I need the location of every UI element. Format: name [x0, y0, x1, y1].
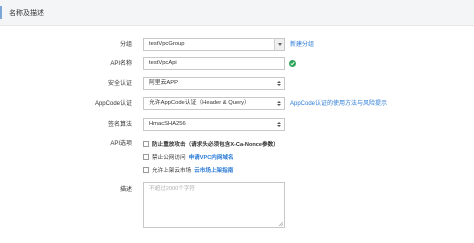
option-allow-marketplace[interactable]: 允许上架云市场 云市场上架指南 — [143, 166, 233, 174]
allow-marketplace-checkbox[interactable] — [143, 167, 149, 173]
disable-internet-text: 禁止公网访问 — [152, 155, 186, 161]
description-placeholder: 不超过2000个字符 — [149, 186, 196, 192]
disable-internet-checkbox[interactable] — [143, 154, 149, 160]
apply-vpc-domain-link[interactable]: 申请VPC内网域名 — [189, 153, 234, 161]
chevron-down-icon — [274, 39, 284, 50]
api-name-input[interactable]: testVpcApi — [143, 57, 285, 70]
section-header: 名称及描述 — [0, 0, 474, 26]
appcode-select[interactable]: 允许AppCode认证（Header & Query） — [143, 97, 285, 110]
up-down-arrows-icon — [274, 119, 284, 130]
description-textarea[interactable]: 不超过2000个字符 — [143, 182, 285, 228]
section-title: 名称及描述 — [9, 10, 44, 17]
check-circle-icon — [289, 60, 296, 67]
group-label: 分组 — [119, 42, 132, 48]
api-name-value: testVpcApi — [149, 60, 177, 66]
option-disable-internet[interactable]: 禁止公网访问 申请VPC内网域名 — [143, 153, 234, 161]
group-select-value: testVpcGroup — [149, 41, 185, 47]
create-group-link[interactable]: 新建分组 — [290, 41, 314, 49]
up-down-arrows-icon — [274, 98, 284, 109]
security-select-value: 阿里云APP — [149, 80, 178, 86]
replay-protection-checkbox[interactable] — [143, 141, 149, 147]
signature-label: 签名算法 — [107, 122, 132, 128]
section-accent-bar — [0, 6, 2, 19]
resize-grip-icon[interactable] — [278, 221, 283, 226]
marketplace-guide-link[interactable]: 云市场上架指南 — [194, 166, 233, 174]
group-select[interactable]: testVpcGroup — [143, 38, 285, 51]
signature-select[interactable]: HmacSHA256 — [143, 118, 285, 131]
appcode-help-link[interactable]: AppCode认证的使用方法与风险提示 — [290, 100, 387, 108]
api-name-label: API名称 — [110, 61, 132, 67]
api-options-label: API选项 — [110, 141, 132, 147]
allow-marketplace-text: 允许上架云市场 — [152, 168, 192, 174]
appcode-label: AppCode认证 — [94, 101, 132, 107]
replay-protection-text: 防止重放攻击（请求头必须包含X-Ca-Nonce参数） — [152, 142, 279, 148]
appcode-select-value: 允许AppCode认证（Header & Query） — [149, 100, 250, 106]
up-down-arrows-icon — [274, 78, 284, 89]
security-select[interactable]: 阿里云APP — [143, 77, 285, 90]
security-label: 安全认证 — [107, 81, 132, 87]
description-label: 描述 — [119, 187, 132, 193]
signature-select-value: HmacSHA256 — [149, 121, 186, 127]
option-replay-protection[interactable]: 防止重放攻击（请求头必须包含X-Ca-Nonce参数） — [143, 140, 279, 148]
